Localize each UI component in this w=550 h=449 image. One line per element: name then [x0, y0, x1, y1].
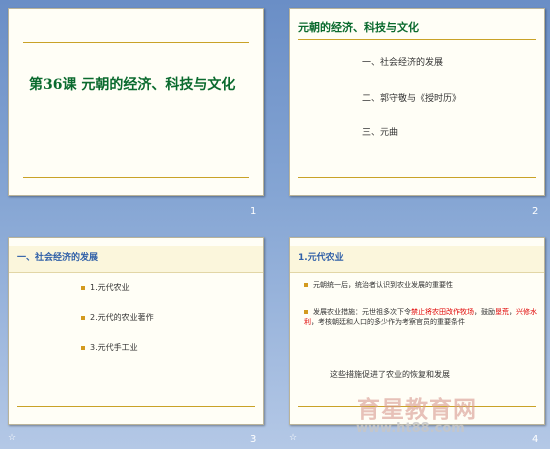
transition-star-icon[interactable]: ☆ [289, 434, 297, 443]
slide-3-item: 1.元代农业 [81, 282, 130, 293]
slide-4-title-band: 1.元代农业 [290, 246, 544, 273]
slide-divider [17, 406, 255, 407]
bullet-icon [304, 310, 308, 314]
slide-divider [23, 42, 249, 43]
watermark-url: www.ht88.com [356, 421, 465, 436]
slide-divider [298, 39, 536, 40]
slide-number-4: 4 [532, 434, 539, 445]
slide-4-point-2: 发展农业措施：元世祖多次下令禁止将农田改作牧场，鼓励垦荒，兴修水利，考核朝廷和人… [304, 308, 537, 326]
slide-3-item: 2.元代的农业著作 [81, 312, 154, 323]
slide-3-title-band: 一、社会经济的发展 [9, 246, 263, 273]
slide-1-title: 第36课 元朝的经济、科技与文化 [29, 77, 236, 93]
bullet-icon [81, 315, 85, 320]
slide-number-3: 3 [250, 434, 257, 445]
slide-divider [23, 177, 249, 178]
watermark-text: 育星教育网 [357, 397, 477, 423]
slide-2-item: 二、郭守敬与《授时历》 [362, 94, 462, 104]
bullet-icon [304, 283, 308, 287]
transition-star-icon[interactable]: ☆ [8, 434, 16, 443]
slide-4-title: 1.元代农业 [298, 253, 344, 263]
slide-4-conclusion: 这些措施促进了农业的恢复和发展 [330, 370, 450, 379]
slide-number-1: 1 [250, 206, 257, 217]
slide-2-item: 三、元曲 [362, 128, 399, 138]
slide-thumbnail-1[interactable]: 第36课 元朝的经济、科技与文化 [8, 8, 264, 196]
slide-2-title: 元朝的经济、科技与文化 [298, 21, 419, 34]
bullet-icon [81, 345, 85, 350]
slide-thumbnail-2[interactable]: 元朝的经济、科技与文化 一、社会经济的发展 二、郭守敬与《授时历》 三、元曲 [289, 8, 545, 196]
slide-3-title: 一、社会经济的发展 [17, 253, 99, 263]
slide-thumbnail-3[interactable]: 一、社会经济的发展 1.元代农业 2.元代的农业著作 3.元代手工业 [8, 237, 264, 425]
slide-number-2: 2 [532, 206, 539, 217]
slide-4-point-1: 元朝统一后，统治者认识到农业发展的重要性 [304, 280, 539, 290]
slide-2-item: 一、社会经济的发展 [362, 58, 444, 68]
slide-3-item: 3.元代手工业 [81, 342, 138, 353]
slide-divider [298, 177, 536, 178]
bullet-icon [81, 285, 85, 290]
